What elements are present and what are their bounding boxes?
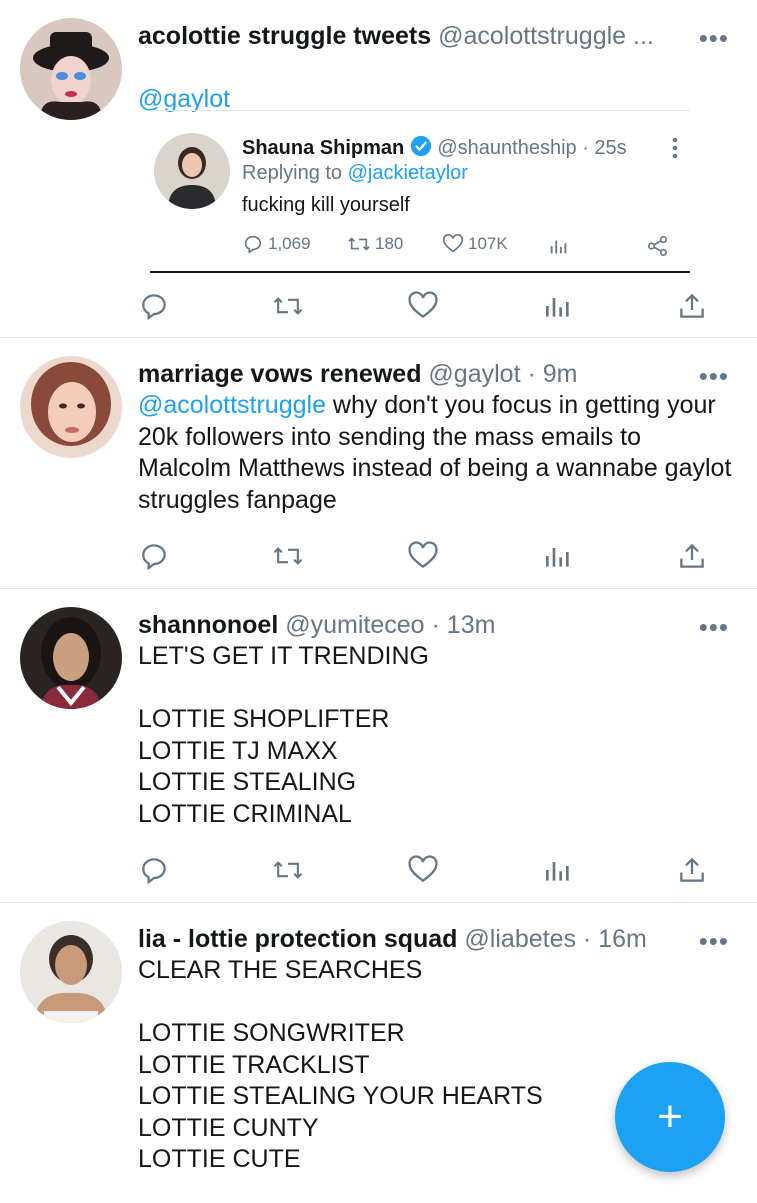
like-icon bbox=[408, 541, 438, 569]
quote-display-name[interactable]: Shauna Shipman bbox=[242, 137, 404, 159]
tweet[interactable]: ••• acolottie struggle tweets @acolottst… bbox=[0, 0, 757, 338]
quote-more-icon[interactable] bbox=[672, 137, 678, 164]
mention-link[interactable]: @gaylot bbox=[138, 85, 230, 113]
tweet-text: @gaylot bbox=[138, 52, 737, 115]
analytics-icon bbox=[546, 548, 569, 567]
retweet-icon bbox=[273, 547, 303, 565]
like-button[interactable] bbox=[403, 850, 443, 890]
reply-icon bbox=[142, 294, 166, 321]
quote-avatar[interactable] bbox=[154, 133, 230, 209]
reply-icon bbox=[142, 544, 166, 571]
share-icon bbox=[680, 543, 704, 568]
replying-to: Replying to @jackietaylor bbox=[242, 160, 468, 186]
like-icon bbox=[442, 233, 464, 253]
display-name[interactable]: lia - lottie protection squad bbox=[138, 925, 457, 953]
analytics-button[interactable] bbox=[538, 286, 578, 326]
replying-mention[interactable]: @jackietaylor bbox=[348, 162, 468, 184]
avatar[interactable] bbox=[20, 921, 122, 1023]
tweet-actions bbox=[138, 286, 708, 326]
avatar[interactable] bbox=[20, 356, 122, 458]
handle: @yumiteceo · 13m bbox=[285, 611, 496, 639]
like-count: 107K bbox=[468, 234, 508, 253]
retweet-button[interactable] bbox=[268, 536, 308, 576]
retweet-icon bbox=[348, 237, 370, 251]
quote-divider bbox=[150, 271, 690, 273]
retweet-icon bbox=[273, 861, 303, 879]
quoted-tweet[interactable]: Shauna Shipman @shauntheship · 25s Reply… bbox=[150, 110, 690, 273]
analytics-button[interactable] bbox=[538, 850, 578, 890]
avatar[interactable] bbox=[20, 18, 122, 120]
tweet-text: LET'S GET IT TRENDING LOTTIE SHOPLIFTER … bbox=[138, 642, 429, 828]
share-button[interactable] bbox=[672, 536, 712, 576]
handle: @acolottstruggle ... bbox=[438, 22, 654, 50]
share-button[interactable] bbox=[672, 286, 712, 326]
like-button[interactable] bbox=[403, 536, 443, 576]
tweet-header: acolottie struggle tweets @acolottstrugg… bbox=[138, 20, 683, 52]
reply-button[interactable] bbox=[134, 536, 174, 576]
reply-button[interactable] bbox=[134, 286, 174, 326]
mention-link[interactable]: @acolottstruggle bbox=[138, 391, 326, 419]
compose-button[interactable]: + bbox=[615, 1062, 725, 1172]
analytics-icon bbox=[546, 862, 569, 881]
tweet-header: marriage vows renewed @gaylot · 9m bbox=[138, 358, 737, 390]
handle: @gaylot · 9m bbox=[428, 360, 578, 388]
analytics-icon bbox=[550, 240, 567, 254]
display-name[interactable]: marriage vows renewed bbox=[138, 360, 421, 388]
compose-icon: + bbox=[657, 1092, 683, 1141]
like-button[interactable] bbox=[403, 286, 443, 326]
display-name[interactable]: shannonoel bbox=[138, 611, 278, 639]
share-icon bbox=[680, 857, 704, 882]
tweet-actions bbox=[138, 850, 708, 890]
quote-actions: 1,069 180 107K bbox=[242, 233, 672, 259]
tweet-header: lia - lottie protection squad @liabetes … bbox=[138, 923, 737, 955]
retweet-icon bbox=[273, 297, 303, 315]
quote-like-button[interactable]: 107K bbox=[442, 233, 508, 255]
reply-count: 1,069 bbox=[268, 234, 311, 253]
avatar[interactable] bbox=[20, 607, 122, 709]
reply-icon bbox=[244, 235, 262, 254]
tweet-header: shannonoel @yumiteceo · 13m bbox=[138, 609, 737, 641]
retweet-button[interactable] bbox=[268, 286, 308, 326]
retweet-button[interactable] bbox=[268, 850, 308, 890]
reply-button[interactable] bbox=[134, 850, 174, 890]
share-icon bbox=[648, 236, 668, 256]
handle: @liabetes · 16m bbox=[464, 925, 647, 953]
tweet-text: @acolottstruggle why don't you focus in … bbox=[138, 390, 737, 516]
display-name[interactable]: acolottie struggle tweets bbox=[138, 22, 431, 50]
share-button[interactable] bbox=[672, 850, 712, 890]
quote-share-button[interactable] bbox=[646, 235, 670, 262]
tweet-actions bbox=[138, 536, 708, 576]
like-icon bbox=[408, 291, 438, 319]
share-icon bbox=[680, 293, 704, 318]
quote-handle: @shauntheship · 25s bbox=[437, 137, 627, 159]
replying-prefix: Replying to bbox=[242, 162, 348, 184]
quote-text: fucking kill yourself bbox=[242, 194, 410, 216]
like-icon bbox=[408, 855, 438, 883]
analytics-button[interactable] bbox=[538, 536, 578, 576]
quote-retweet-button[interactable]: 180 bbox=[347, 233, 403, 255]
quote-reply-button[interactable]: 1,069 bbox=[242, 233, 311, 255]
analytics-icon bbox=[546, 298, 569, 317]
retweet-count: 180 bbox=[375, 234, 404, 253]
quote-analytics-button[interactable] bbox=[548, 235, 570, 262]
reply-icon bbox=[142, 858, 166, 885]
